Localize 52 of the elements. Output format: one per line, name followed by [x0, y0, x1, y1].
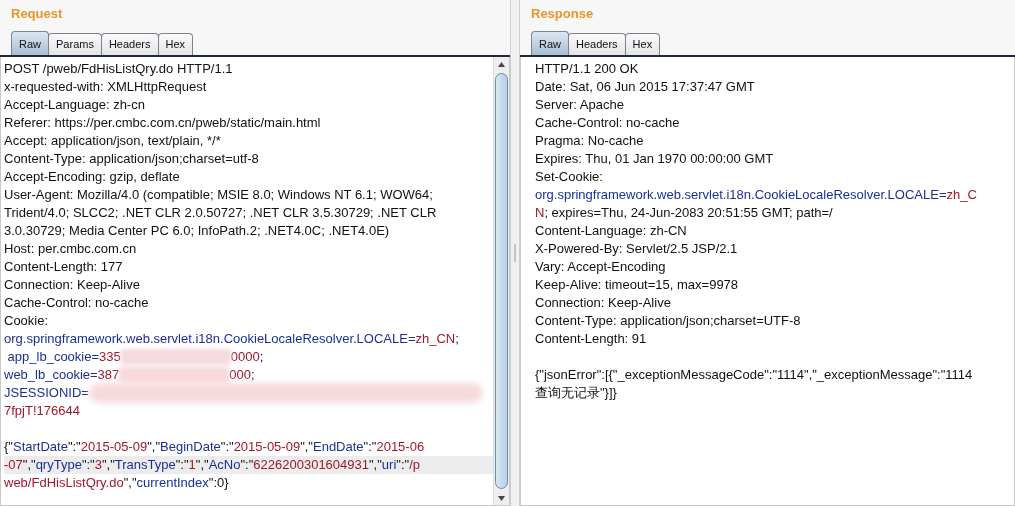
text-line: Trident/4.0; SLCC2; .NET CLR 2.0.50727; .NET CLR 3.5.30729; .NET CLR [4, 204, 438, 222]
tab[interactable]: Params [48, 33, 102, 55]
text-line: Accept-Language: zh-cn [4, 96, 146, 114]
text-line: 7fpjT!176644 [4, 402, 81, 420]
panel-title: Response [530, 5, 594, 23]
text-line: Pragma: No-cache [535, 132, 645, 150]
scroll-up-icon[interactable] [498, 61, 505, 67]
tab[interactable]: Raw [11, 31, 49, 55]
text-line: Server: Apache [535, 96, 625, 114]
text-line: Expires: Thu, 01 Jan 1970 00:00:00 GMT [535, 150, 775, 168]
text-line: Content-Type: application/json;charset=UTF-8 [535, 312, 802, 330]
text-line: Set-Cookie: [535, 168, 604, 186]
text-line: Host: per.cmbc.com.cn [4, 240, 138, 258]
tab[interactable]: Raw [531, 31, 569, 55]
text-line: Connection: Keep-Alive [4, 276, 141, 294]
text-line: x-requested-with: XMLHttpRequest [4, 78, 208, 96]
scroll-down-icon[interactable] [498, 495, 505, 501]
text-line: Vary: Accept-Encoding [535, 258, 667, 276]
tab[interactable]: Hex [624, 33, 661, 55]
text-line: Cache-Control: no-cache [535, 114, 681, 132]
scrollbar[interactable] [493, 57, 509, 505]
tab[interactable]: Hex [157, 33, 194, 55]
text-line: Accept-Encoding: gzip, deflate [4, 168, 181, 186]
text-line: org.springframework.web.servlet.i18n.CookieLocaleResolver.LOCALE=zh_CN; [4, 330, 460, 348]
text-line: Content-Length: 177 [4, 258, 124, 276]
panel-title: Request [10, 5, 63, 23]
text-line: Accept: application/json, text/plain, */* [4, 132, 222, 150]
text-line: Content-Type: application/json;charset=utf-8 [4, 150, 260, 168]
text-line: web/FdHisListQry.do","currentIndex":0} [4, 474, 230, 492]
tab[interactable]: Headers [100, 33, 159, 55]
text-line: 3.0.30729; Media Center PC 6.0; InfoPath.2; .NET4.0C; .NET4.0E) [4, 222, 391, 240]
text-line: Cache-Control: no-cache [4, 294, 150, 312]
text-line: Keep-Alive: timeout=15, max=9978 [535, 276, 740, 294]
text-line: web_lb_cookie=387 000; [4, 366, 256, 384]
text-line: POST /pweb/FdHisListQry.do HTTP/1.1 [4, 60, 234, 78]
text-line: Cookie: [4, 312, 50, 330]
text-line: app_lb_cookie=335 0000; [6, 348, 265, 366]
text-line: -07","qryType":"3","TransType":"1","AcNo":"6226200301604931","uri":"/p [4, 456, 421, 474]
text-line: Connection: Keep-Alive [535, 294, 672, 312]
tab[interactable]: Headers [568, 33, 626, 55]
text-line: 查询无记录"}]} [535, 384, 618, 402]
text-line: Referer: https://per.cmbc.com.cn/pweb/static/main.html [4, 114, 322, 132]
text-line: Content-Length: 91 [535, 330, 648, 348]
text-line: Date: Sat, 06 Jun 2015 17:37:47 GMT [535, 78, 756, 96]
text-line: X-Powered-By: Servlet/2.5 JSP/2.1 [535, 240, 739, 258]
text-line: {"jsonError":[{"_exceptionMessageCode":"1114","_exceptionMessage":"1114 [535, 366, 974, 384]
text-line: {"StartDate":"2015-05-09","BeginDate":"2015-05-09","EndDate":"2015-06 [4, 438, 426, 456]
text-line: User-Agent: Mozilla/4.0 (compatible; MSIE 8.0; Windows NT 6.1; WOW64; [4, 186, 434, 204]
text-line: N; expires=Thu, 24-Jun-2083 20:51:55 GMT; path=/ [535, 204, 834, 222]
text-line: Content-Language: zh-CN [535, 222, 688, 240]
text-line: org.springframework.web.servlet.i18n.CookieLocaleResolver.LOCALE=zh_C [535, 186, 978, 204]
text-line: HTTP/1.1 200 OK [535, 60, 640, 78]
